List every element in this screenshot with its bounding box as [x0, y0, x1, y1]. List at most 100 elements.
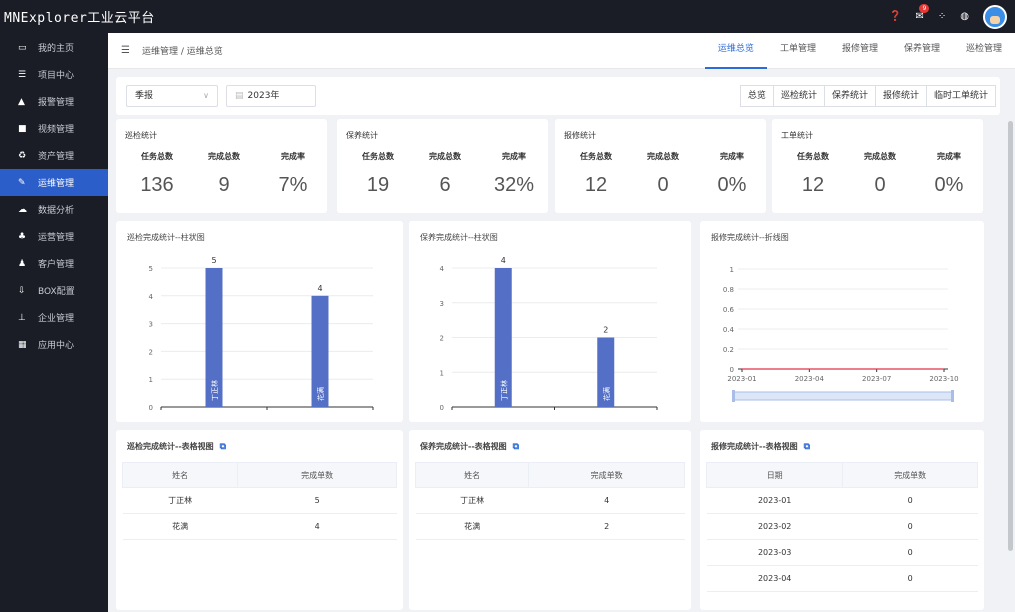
repair-line-chart: 0 0.2 0.4 0.6 0.8 1 2023-01 2023-04 2023-07 2023-…	[723, 266, 959, 402]
stat-value: 0%	[717, 174, 747, 196]
sidebar-item-label: 应用中心	[38, 341, 75, 351]
sidebar-item-label: 报警管理	[38, 98, 75, 108]
stat-value: 12	[801, 174, 825, 196]
sidebar-item[interactable]: ☰ 项目中心	[0, 61, 108, 88]
table-cell: 丁正林	[415, 487, 529, 514]
chart-title: 报修完成统计--折线图	[711, 233, 789, 242]
sidebar-item[interactable]: ⊥ 企业管理	[0, 304, 108, 331]
filter-button[interactable]: 巡检统计	[772, 85, 825, 107]
sidebar-item[interactable]: ■ 视频管理	[0, 115, 108, 142]
stat-card-title: 巡检统计	[125, 131, 157, 140]
content-header: ☰ 运维管理 / 运维总览 运维总览 工单管理 报修管理 保养管理 巡检管理	[108, 33, 1015, 69]
cloud-icon: ☁	[18, 204, 27, 215]
filter-button[interactable]: 报修统计	[874, 85, 927, 107]
filter-button[interactable]: 临时工单统计	[925, 85, 996, 107]
y-tick-label: 4	[149, 293, 154, 301]
y-tick-label: 2	[149, 348, 153, 356]
chart-title: 保养完成统计--柱状图	[420, 233, 498, 242]
stat-column: 任务总数 12	[562, 151, 630, 197]
y-tick-label: 0.6	[723, 306, 735, 314]
stat-column: 完成率 32%	[480, 151, 548, 197]
export-icon[interactable]: ⧉	[220, 442, 226, 452]
table-header-row: 日期 完成单数	[705, 462, 978, 488]
table-header-row: 姓名 完成单数	[121, 462, 397, 488]
table-cell: 2023-01	[706, 487, 843, 514]
patrol-table: 姓名 完成单数 丁正林 5 花满 4	[121, 462, 397, 540]
slider-handle-left[interactable]	[732, 390, 735, 402]
category-label: 丁正林	[210, 380, 219, 401]
filter-bar: 季报 ∨ ▤ 2023年 总览 巡检统计 保养统计 报修统计 临时工单统计	[116, 77, 1000, 115]
tab[interactable]: 工单管理	[767, 33, 829, 69]
slider-handle-right[interactable]	[951, 390, 954, 402]
stat-card: 保养统计 任务总数 19 完成总数 6 完成率 32%	[337, 119, 548, 213]
category-label: 花满	[316, 387, 325, 401]
data-zoom-slider[interactable]	[733, 391, 953, 401]
stat-column: 完成率 0%	[915, 151, 983, 197]
tab-bar: 运维总览 工单管理 报修管理 保养管理 巡检管理	[704, 33, 1015, 69]
x-tick-label: 2023-07	[862, 375, 891, 383]
sidebar-item[interactable]: ▭ 我的主页	[0, 34, 108, 61]
data-label: 2	[603, 326, 608, 335]
x-tick-label: 2023-04	[795, 375, 825, 383]
stat-value: 32%	[493, 174, 535, 196]
language-icon[interactable]: ◍	[960, 11, 969, 22]
patrol-bar-chart-panel: 巡检完成统计--柱状图 0 1 2 3 4 5 5 丁正林 4 花满	[116, 221, 403, 422]
sidebar-item[interactable]: ♻ 资产管理	[0, 142, 108, 169]
table-cell: 4	[528, 487, 685, 514]
stat-value: 0	[874, 174, 886, 196]
maintenance-bar-chart: 0 1 2 3 4 4 丁正林 2 花满	[440, 256, 658, 412]
scrollbar-thumb[interactable]	[1008, 121, 1013, 551]
y-tick-label: 4	[440, 265, 445, 273]
help-icon[interactable]: ❓	[889, 11, 901, 22]
main-content: 季报 ∨ ▤ 2023年 总览 巡检统计 保养统计 报修统计 临时工单统计 巡检统计 任务总…	[108, 69, 1015, 612]
notification-badge: 9	[919, 4, 930, 13]
message-icon[interactable]: ✉ 9	[915, 4, 930, 22]
y-tick-label: 0	[149, 404, 153, 412]
chevron-down-icon: ∨	[203, 91, 209, 100]
sidebar-item[interactable]: ✎ 运维管理	[0, 169, 108, 196]
sidebar-item-label: 运维管理	[38, 179, 75, 189]
export-icon[interactable]: ⧉	[513, 442, 519, 452]
stat-card-title: 工单统计	[781, 131, 813, 140]
bell-icon: ▲	[18, 96, 25, 107]
tab[interactable]: 保养管理	[891, 33, 953, 69]
filter-button[interactable]: 保养统计	[823, 85, 876, 107]
sidebar-item[interactable]: ▦ 应用中心	[0, 331, 108, 358]
year-picker[interactable]: ▤ 2023年	[226, 85, 316, 107]
period-select[interactable]: 季报 ∨	[126, 85, 218, 107]
y-tick-label: 0.4	[723, 326, 735, 334]
refresh-icon: ♻	[18, 150, 27, 161]
filter-button[interactable]: 总览	[739, 85, 774, 107]
apps-icon[interactable]: ⁘	[938, 11, 946, 22]
tab[interactable]: 运维总览	[704, 33, 767, 69]
sidebar-item[interactable]: ☁ 数据分析	[0, 196, 108, 223]
category-label: 丁正林	[499, 380, 508, 401]
sidebar-item-label: 运营管理	[38, 233, 75, 243]
download-icon: ⇩	[18, 285, 26, 296]
column-header: 日期	[705, 462, 844, 488]
data-label: 5	[211, 256, 216, 265]
maintenance-bar-chart-panel: 保养完成统计--柱状图 0 1 2 3 4 4 丁正林 2 花满	[409, 221, 691, 422]
table-cell: 2023-02	[706, 513, 843, 540]
sidebar-item[interactable]: ♣ 运营管理	[0, 223, 108, 250]
stat-column: 完成总数 0	[846, 151, 914, 197]
tab[interactable]: 报修管理	[829, 33, 891, 69]
column-header: 完成单数	[842, 462, 978, 488]
column-header: 姓名	[121, 462, 239, 488]
export-icon[interactable]: ⧉	[804, 442, 810, 452]
table-title-text: 保养完成统计--表格视图	[420, 442, 507, 451]
stat-column: 完成总数 0	[629, 151, 697, 197]
y-tick-label: 2	[440, 335, 444, 343]
sidebar-item-label: 资产管理	[38, 152, 75, 162]
tab[interactable]: 巡检管理	[953, 33, 1015, 69]
table-row: 丁正林 5	[122, 487, 397, 514]
x-tick-label: 2023-10	[929, 375, 958, 383]
sidebar-item[interactable]: ▲ 报警管理	[0, 88, 108, 115]
sidebar-item[interactable]: ♟ 客户管理	[0, 250, 108, 277]
menu-toggle-icon[interactable]: ☰	[121, 45, 130, 56]
table-title: 报修完成统计--表格视图 ⧉	[711, 441, 810, 452]
sidebar-item[interactable]: ⇩ BOX配置	[0, 277, 108, 304]
stat-value: 19	[366, 174, 390, 196]
avatar[interactable]	[983, 4, 1007, 29]
table-cell: 2023-04	[706, 565, 843, 592]
